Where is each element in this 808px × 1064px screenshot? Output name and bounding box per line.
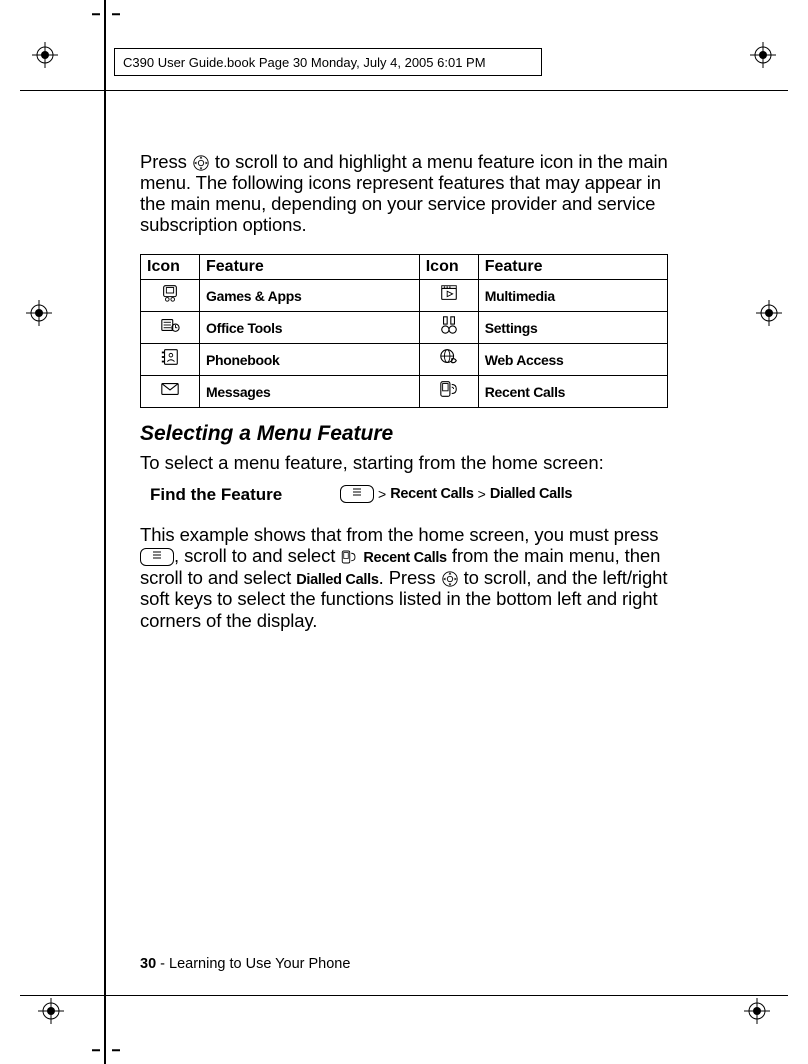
th-feature-2: Feature <box>478 255 667 280</box>
path-sep: > <box>378 486 386 502</box>
print-header: C390 User Guide.book Page 30 Monday, Jul… <box>114 48 542 76</box>
path-segment-dialled-calls: Dialled Calls <box>490 486 572 502</box>
intro-post: to scroll to and highlight a menu featur… <box>140 151 668 236</box>
games-apps-icon <box>141 280 200 312</box>
menu-key-icon <box>340 485 374 503</box>
th-icon-1: Icon <box>141 255 200 280</box>
registration-mark-icon <box>38 998 64 1024</box>
spine-crop-top <box>92 0 120 28</box>
footer-sep: - <box>156 956 169 972</box>
table-row: Office Tools Settings <box>141 312 668 344</box>
table-row: Messages Recent Calls <box>141 376 668 408</box>
registration-mark-icon <box>750 42 776 68</box>
emph-recent-calls: Recent Calls <box>363 550 446 566</box>
page-frame: C390 User Guide.book Page 30 Monday, Jul… <box>0 0 808 1064</box>
registration-mark-icon <box>756 300 782 326</box>
registration-mark-icon <box>744 998 770 1024</box>
registration-mark-icon <box>32 42 58 68</box>
nav-ring-icon <box>192 154 210 172</box>
phonebook-icon <box>141 344 200 376</box>
page-footer: 30 - Learning to Use Your Phone <box>140 956 350 972</box>
print-header-text: C390 User Guide.book Page 30 Monday, Jul… <box>123 55 486 70</box>
find-feature-path: > Recent Calls > Dialled Calls <box>340 485 572 503</box>
feature-cell: Settings <box>478 312 667 344</box>
table-row: Phonebook Web Access <box>141 344 668 376</box>
section-subtext: To select a menu feature, starting from … <box>140 452 668 473</box>
section-heading: Selecting a Menu Feature <box>140 422 668 446</box>
feature-cell: Phonebook <box>200 344 420 376</box>
recent-calls-icon <box>340 548 358 566</box>
emph-dialled-calls: Dialled Calls <box>296 572 378 588</box>
t6: . Press <box>379 567 441 588</box>
feature-cell: Recent Calls <box>478 376 667 408</box>
page-number: 30 <box>140 956 156 972</box>
path-segment-recent-calls: Recent Calls <box>390 486 473 502</box>
content-area: Press to scroll to and highlight a menu … <box>140 132 668 649</box>
th-icon-2: Icon <box>419 255 478 280</box>
find-feature-label: Find the Feature <box>140 485 340 505</box>
feature-cell: Messages <box>200 376 420 408</box>
nav-ring-icon <box>441 570 459 588</box>
office-tools-icon <box>141 312 200 344</box>
path-sep: > <box>478 486 486 502</box>
web-access-icon <box>419 344 478 376</box>
explain-paragraph: This example shows that from the home sc… <box>140 524 668 631</box>
feature-icon-table: Icon Feature Icon Feature Games & Apps M… <box>140 254 668 408</box>
multimedia-icon <box>419 280 478 312</box>
find-feature-row: Find the Feature > Recent Calls > Dialle… <box>140 485 668 505</box>
intro-paragraph: Press to scroll to and highlight a menu … <box>140 151 668 236</box>
registration-mark-icon <box>26 300 52 326</box>
messages-icon <box>141 376 200 408</box>
footer-title: Learning to Use Your Phone <box>169 956 350 972</box>
recent-calls-icon <box>419 376 478 408</box>
table-row: Games & Apps Multimedia <box>141 280 668 312</box>
intro-pre: Press <box>140 151 192 172</box>
feature-cell: Web Access <box>478 344 667 376</box>
spine-crop-bottom <box>92 1036 120 1064</box>
t2: , scroll to and select <box>174 545 340 566</box>
feature-cell: Office Tools <box>200 312 420 344</box>
th-feature-1: Feature <box>200 255 420 280</box>
t1: This example shows that from the home sc… <box>140 524 658 545</box>
feature-cell: Games & Apps <box>200 280 420 312</box>
settings-icon <box>419 312 478 344</box>
feature-cell: Multimedia <box>478 280 667 312</box>
menu-key-icon <box>140 548 174 566</box>
